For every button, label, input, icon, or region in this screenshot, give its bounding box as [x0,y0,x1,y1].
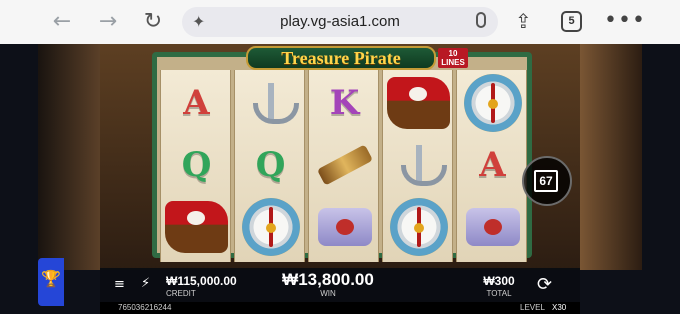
reel-4 [382,70,453,262]
anchor-symbol-icon [387,136,450,194]
right-background [580,44,642,270]
game-logo: Treasure Pirate [246,46,436,70]
url-text: play.vg-asia1.com [280,13,400,30]
menu-icon[interactable]: ≡ [114,278,125,291]
total-bet-label: TOTAL [486,289,512,298]
anchor-symbol-icon [239,74,302,132]
reel-1: A Q [160,70,231,262]
scroll-symbol-icon [461,198,524,256]
ship-symbol-icon [165,198,228,256]
back-arrow-icon[interactable]: ← [50,10,74,34]
symbol-a: A [183,83,210,123]
credit-label: CREDIT [166,289,196,298]
forward-arrow-icon[interactable]: → [96,10,120,34]
win-value: ₩13,800.00 [282,270,374,289]
total-bet-value: ₩300 [483,274,515,288]
footer-info-bar [100,302,580,314]
level-label: LEVEL [520,303,545,312]
trophy-icon[interactable]: 🏆 [38,258,64,306]
reel-2: Q [234,70,305,262]
microphone-icon[interactable] [476,12,486,28]
round-id: 765036216244 [118,303,172,312]
reel-5: A [456,70,527,262]
turbo-icon[interactable]: ⚡ [141,276,150,291]
reload-icon[interactable]: ↻ [141,10,165,34]
address-bar[interactable]: ✦ play.vg-asia1.com [182,7,498,37]
share-icon[interactable]: ⇪ [515,9,532,33]
level-value: X30 [552,303,567,312]
side-counter-value[interactable]: 67 [534,170,558,192]
compass-symbol-icon [387,198,450,256]
lines-badge: 10 LINES [438,48,468,68]
ship-symbol-icon [387,74,450,132]
more-options-icon[interactable]: ••• [604,8,646,33]
tab-count-button[interactable]: 5 [561,11,582,32]
browser-toolbar: ← → ↻ ✦ play.vg-asia1.com ⇪ 5 ••• [0,0,680,44]
compass-symbol-icon [461,74,524,132]
slot-reels[interactable]: A Q Q K A [160,70,530,262]
telescope-symbol-icon [313,136,376,194]
symbol-q: Q [181,145,212,185]
symbol-a: A [479,145,506,185]
left-background [38,44,102,270]
symbol-q: Q [255,145,286,185]
reel-3: K [308,70,379,262]
spin-icon[interactable]: ⟳ [537,274,552,295]
win-label: WIN [320,289,336,298]
scroll-symbol-icon [313,198,376,256]
credit-value: ₩115,000.00 [166,274,237,288]
compass-symbol-icon [239,198,302,256]
symbol-k: K [329,83,360,123]
